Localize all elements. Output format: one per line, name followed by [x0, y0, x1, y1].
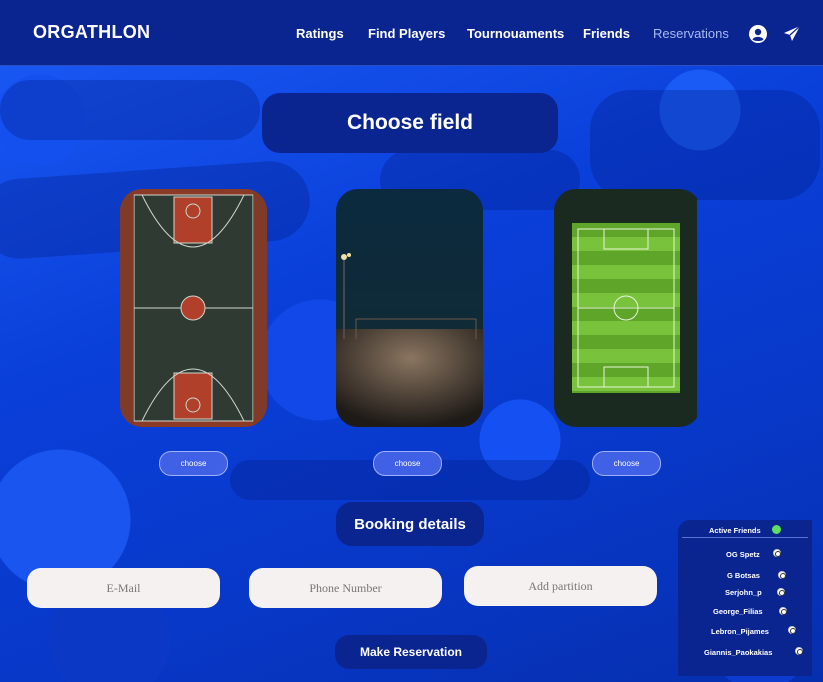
nav-link-ratings[interactable]: Ratings: [296, 26, 344, 41]
add-partition-field[interactable]: Add partition: [464, 566, 657, 606]
choose-field-heading: Choose field: [262, 93, 558, 153]
active-friends-panel: Active Friends OG Spetz G Botsas Serjohn…: [678, 520, 812, 676]
brand-logo[interactable]: ORGATHLON: [33, 22, 150, 43]
phone-number-field[interactable]: Phone Number: [249, 568, 442, 608]
friend-item[interactable]: George_Filias: [713, 607, 763, 616]
nav-link-reservations[interactable]: Reservations: [653, 26, 729, 41]
choose-button-basketball[interactable]: choose: [159, 451, 228, 476]
ball-icon: [795, 647, 803, 655]
active-friends-title: Active Friends: [709, 526, 761, 535]
divider: [682, 537, 808, 538]
nav-link-tournaments[interactable]: Tournouaments: [467, 26, 564, 41]
ball-icon: [779, 607, 787, 615]
top-navbar: ORGATHLON Ratings Find Players Tournouam…: [0, 0, 823, 66]
field-card-soccer[interactable]: [554, 189, 701, 427]
user-circle-icon[interactable]: [748, 24, 768, 44]
ball-icon: [788, 626, 796, 634]
ball-icon: [777, 588, 785, 596]
friend-item[interactable]: Serjohn_p: [725, 588, 762, 597]
field-card-basketball[interactable]: [120, 189, 267, 427]
nav-link-friends[interactable]: Friends: [583, 26, 630, 41]
email-field[interactable]: E-Mail: [27, 568, 220, 608]
choose-button-night-field[interactable]: choose: [373, 451, 442, 476]
friend-item[interactable]: Lebron_Pijames: [711, 627, 769, 636]
friend-item[interactable]: Giannis_Paokakias: [704, 648, 772, 657]
make-reservation-button[interactable]: Make Reservation: [335, 635, 487, 669]
online-status-icon: [772, 525, 781, 534]
choose-button-soccer[interactable]: choose: [592, 451, 661, 476]
booking-details-heading: Booking details: [336, 502, 484, 546]
friend-item[interactable]: G Botsas: [727, 571, 760, 580]
field-card-night-field[interactable]: [336, 189, 483, 427]
friend-item[interactable]: OG Spetz: [726, 550, 760, 559]
paper-plane-icon[interactable]: [782, 24, 802, 44]
ball-icon: [773, 549, 781, 557]
nav-link-find-players[interactable]: Find Players: [368, 26, 445, 41]
ball-icon: [778, 571, 786, 579]
